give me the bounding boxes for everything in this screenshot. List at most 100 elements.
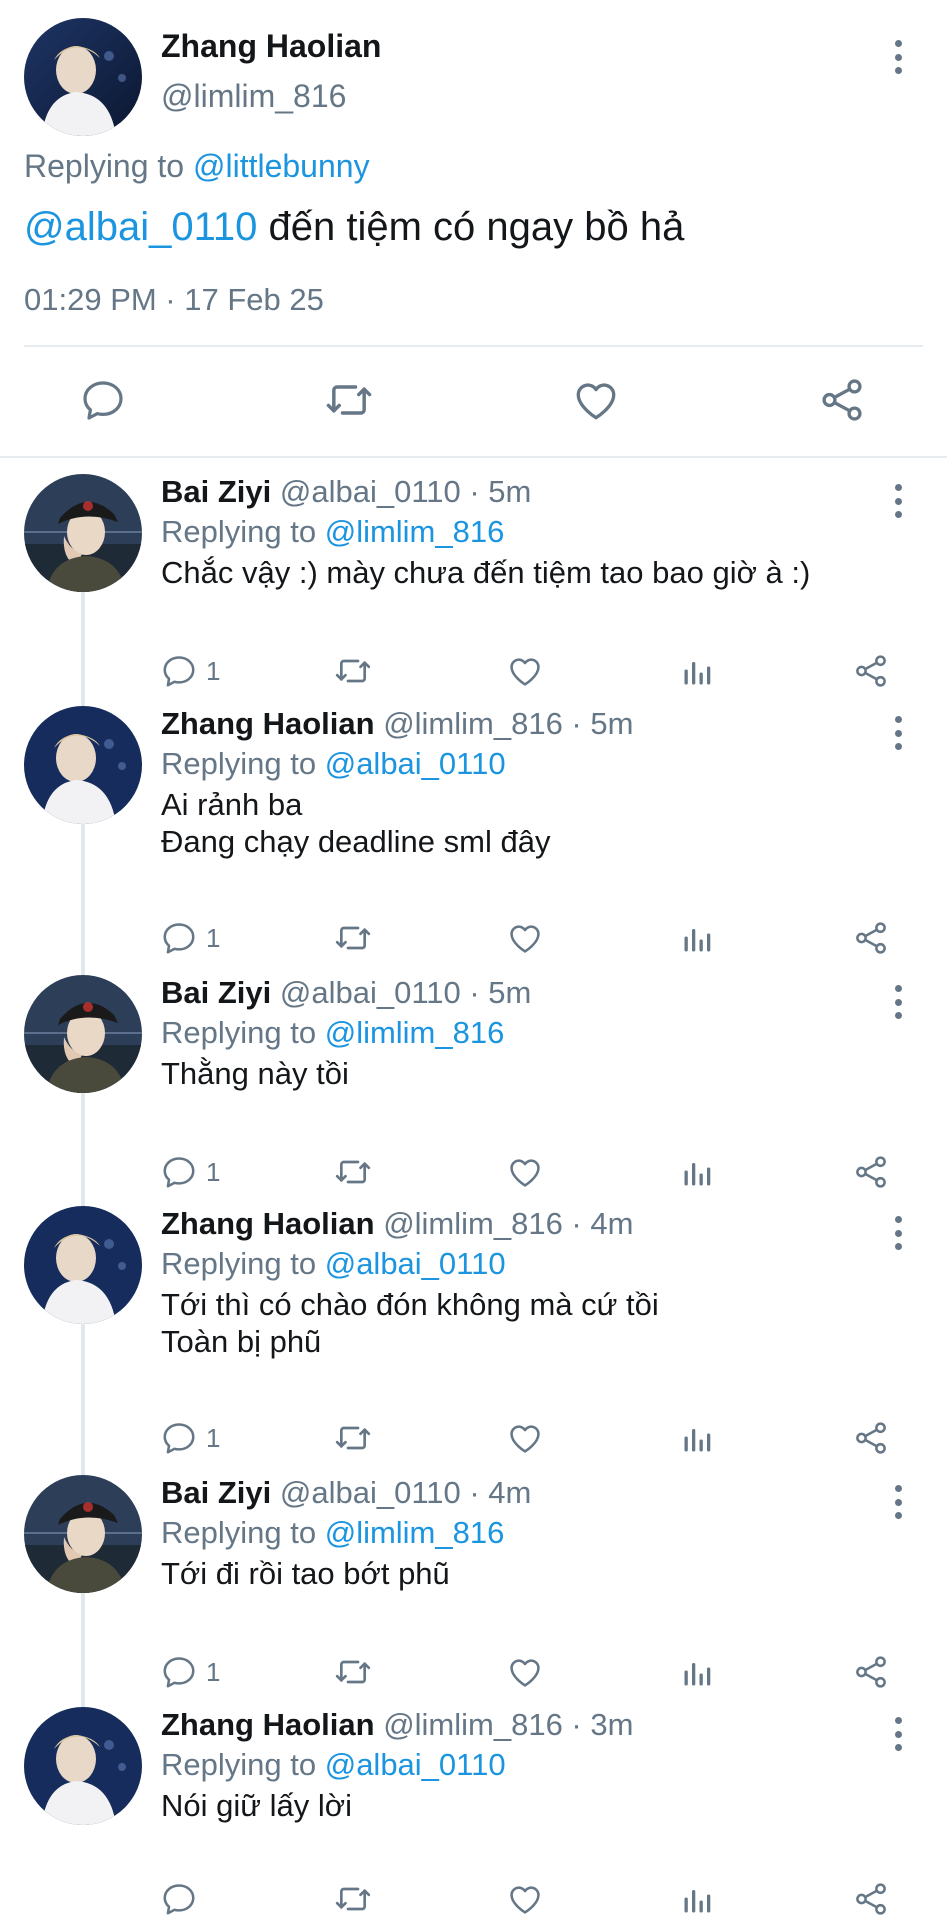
avatar[interactable]	[24, 1206, 142, 1324]
author-handle[interactable]: @limlim_816	[161, 78, 346, 115]
like-button[interactable]	[506, 647, 544, 695]
reply-actions: 1	[0, 647, 947, 695]
share-button[interactable]	[852, 647, 890, 695]
retweet-icon	[335, 659, 371, 683]
replying-to-label: Replying to	[161, 514, 325, 549]
reply-button[interactable]: 1	[160, 914, 220, 962]
retweet-icon	[326, 385, 372, 415]
retweet-button[interactable]	[333, 1648, 373, 1696]
retweet-button[interactable]	[333, 1414, 373, 1462]
heart-icon	[510, 925, 540, 953]
reply-actions: 1	[0, 1414, 947, 1462]
author-name[interactable]: Zhang Haolian	[161, 28, 381, 65]
author-name[interactable]: Zhang Haolian	[161, 706, 375, 741]
avatar[interactable]	[24, 975, 142, 1093]
reply-button[interactable]: 1	[160, 647, 220, 695]
avatar[interactable]	[24, 706, 142, 824]
share-icon	[856, 922, 886, 954]
heart-icon	[576, 383, 616, 420]
reply-button[interactable]: 1	[160, 1148, 220, 1196]
more-options-icon[interactable]	[883, 1210, 913, 1256]
share-button[interactable]	[852, 1875, 890, 1920]
reply-header: Bai Ziyi @albai_0110 · 5m	[161, 975, 531, 1011]
reply-button[interactable]: 1	[160, 1414, 220, 1462]
reply-icon	[163, 656, 195, 687]
replying-to-handle-link[interactable]: @limlim_816	[325, 1515, 505, 1550]
reply-actions: 1	[0, 914, 947, 962]
author-name[interactable]: Bai Ziyi	[161, 975, 271, 1010]
analytics-button[interactable]	[680, 1414, 716, 1462]
reply-button[interactable]: 1	[160, 1648, 220, 1696]
more-options-icon[interactable]	[883, 34, 913, 80]
replying-to-handle-link[interactable]: @albai_0110	[325, 1747, 506, 1782]
replying-to-label: Replying to	[24, 148, 193, 184]
reply-text-line: Thằng này tồi	[161, 1056, 349, 1091]
reply-count: 1	[206, 1156, 221, 1187]
more-options-icon[interactable]	[883, 1479, 913, 1525]
replying-to-handle-link[interactable]: @limlim_816	[325, 514, 505, 549]
share-button[interactable]	[852, 1648, 890, 1696]
share-button[interactable]	[812, 370, 872, 430]
avatar[interactable]	[24, 18, 142, 136]
analytics-button[interactable]	[680, 647, 716, 695]
replying-to-handle-link[interactable]: @albai_0110	[325, 1246, 506, 1281]
reply-icon	[163, 923, 195, 954]
author-handle-time: @albai_0110 · 5m	[271, 474, 532, 509]
reply-text-line: Tới thì có chào đón không mà cứ tồi	[161, 1287, 659, 1322]
replying-to-handle-link[interactable]: @albai_0110	[325, 746, 506, 781]
author-name[interactable]: Zhang Haolian	[161, 1206, 375, 1241]
reply-text: Tới thì có chào đón không mà cứ tồi Toàn …	[161, 1286, 659, 1360]
heart-icon	[510, 1659, 540, 1687]
more-options-icon[interactable]	[883, 478, 913, 524]
retweet-button[interactable]	[319, 370, 379, 430]
analytics-button[interactable]	[680, 914, 716, 962]
reply-text-line: Toàn bị phũ	[161, 1324, 322, 1359]
more-options-icon[interactable]	[883, 710, 913, 756]
reply-icon	[163, 1157, 195, 1188]
reply-text-line: Tới đi rồi tao bớt phũ	[161, 1556, 450, 1591]
replying-to-handle-link[interactable]: @limlim_816	[325, 1015, 505, 1050]
author-handle-time: @limlim_816 · 3m	[374, 1707, 634, 1742]
reply-button[interactable]	[73, 370, 133, 430]
author-handle-time: @limlim_816 · 5m	[374, 706, 634, 741]
share-button[interactable]	[852, 1414, 890, 1462]
retweet-icon	[335, 926, 371, 950]
like-button[interactable]	[566, 370, 626, 430]
reply-text: Ai rảnh ba Đang chạy deadline sml đây	[161, 786, 550, 860]
reply-text-line: Nói giữ lấy lời	[161, 1788, 352, 1823]
replying-to-handle-link[interactable]: @littlebunny	[193, 148, 370, 184]
like-button[interactable]	[506, 1875, 544, 1920]
avatar[interactable]	[24, 1707, 142, 1825]
like-button[interactable]	[506, 1414, 544, 1462]
like-button[interactable]	[506, 914, 544, 962]
mention-link[interactable]: @albai_0110	[24, 205, 257, 249]
reply-text: Tới đi rồi tao bớt phũ	[161, 1555, 450, 1592]
retweet-button[interactable]	[333, 1148, 373, 1196]
share-button[interactable]	[852, 914, 890, 962]
retweet-button[interactable]	[333, 1875, 373, 1920]
like-button[interactable]	[506, 1148, 544, 1196]
retweet-button[interactable]	[333, 914, 373, 962]
like-button[interactable]	[506, 1648, 544, 1696]
analytics-button[interactable]	[680, 1148, 716, 1196]
reply-icon	[163, 1657, 195, 1688]
retweet-button[interactable]	[333, 647, 373, 695]
replying-to-label: Replying to	[161, 1747, 325, 1782]
author-name[interactable]: Bai Ziyi	[161, 1475, 271, 1510]
share-button[interactable]	[852, 1148, 890, 1196]
share-icon	[856, 655, 886, 687]
avatar[interactable]	[24, 1475, 142, 1593]
analytics-button[interactable]	[680, 1875, 716, 1920]
more-options-icon[interactable]	[883, 979, 913, 1025]
reply-count: 1	[206, 922, 221, 953]
replying-to: Replying to @albai_0110	[161, 1747, 506, 1783]
author-handle-time: @limlim_816 · 4m	[374, 1206, 634, 1241]
more-options-icon[interactable]	[883, 1711, 913, 1757]
analytics-button[interactable]	[680, 1648, 716, 1696]
reply-button[interactable]	[160, 1875, 206, 1920]
author-handle-time: @albai_0110 · 4m	[271, 1475, 532, 1510]
author-name[interactable]: Zhang Haolian	[161, 1707, 375, 1742]
author-name[interactable]: Bai Ziyi	[161, 474, 271, 509]
reply-actions: 1	[0, 1148, 947, 1196]
avatar[interactable]	[24, 474, 142, 592]
